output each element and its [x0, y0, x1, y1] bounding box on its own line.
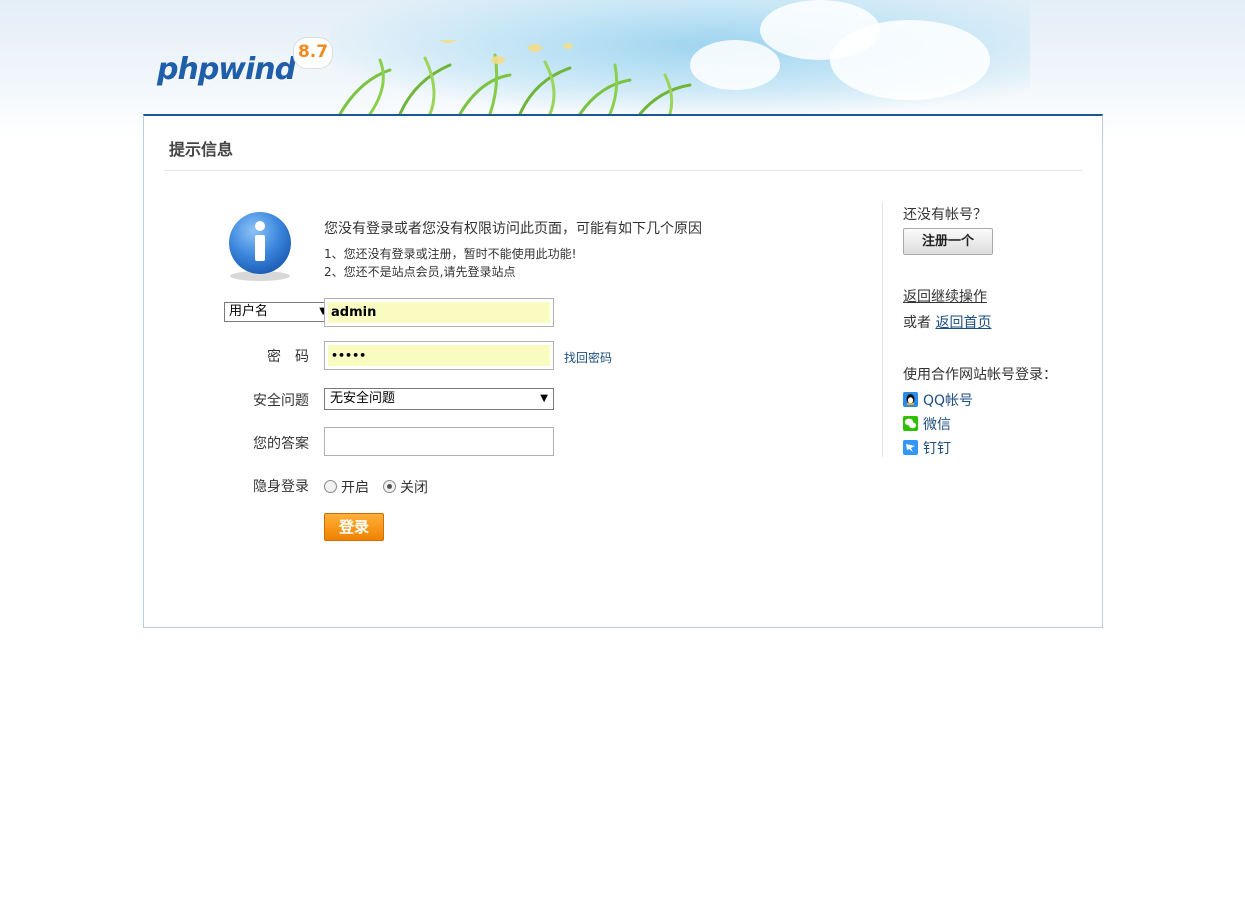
partner-qq-label: QQ帐号 [923, 393, 974, 409]
page-title: 提示信息 [169, 140, 234, 159]
or-text: 或者 [903, 315, 931, 331]
wechat-icon [903, 416, 918, 431]
security-question-label: 安全问题 [253, 393, 309, 409]
message-panel: 提示信息 您没有登录或者您没有权限访问此页面，可能有如下几个原因 1、您还没有登… [143, 114, 1103, 628]
answer-label: 您的答案 [253, 436, 309, 452]
message-main: 您没有登录或者您没有权限访问此页面，可能有如下几个原因 [324, 221, 702, 237]
username-value: admin [328, 302, 550, 323]
logo-version-badge: 8.7 [293, 37, 333, 69]
cloud [830, 20, 990, 100]
hidden-login-on-label: 开启 [341, 480, 369, 496]
security-question-value: 无安全问题 [330, 391, 396, 406]
qq-icon [903, 392, 918, 407]
info-icon [229, 212, 291, 281]
grass-illustration [338, 40, 692, 115]
phpwind-logo: phpwind [157, 52, 296, 87]
hidden-login-on-option[interactable]: 开启 [324, 477, 369, 497]
password-value: ••••• [328, 345, 550, 366]
back-home-link[interactable]: 返回首页 [935, 315, 991, 331]
message-reason-2: 2、您还不是站点会员,请先登录站点 [324, 265, 516, 279]
partner-login-title: 使用合作网站帐号登录： [903, 367, 1057, 383]
partner-dingtalk-label: 钉钉 [923, 441, 951, 457]
password-input[interactable]: ••••• [324, 341, 554, 370]
hidden-login-off-label: 关闭 [400, 480, 428, 496]
username-input[interactable]: admin [324, 298, 554, 327]
username-type-value: 用户名 [229, 304, 269, 319]
partner-dingtalk-link[interactable]: 钉钉 [903, 438, 951, 458]
security-question-select[interactable]: 无安全问题 ▼ [324, 388, 554, 410]
no-account-text: 还没有帐号？ [903, 207, 987, 223]
hidden-login-off-option[interactable]: 关闭 [383, 477, 428, 497]
password-label: 密 码 [267, 349, 309, 365]
radio-off-icon[interactable] [383, 480, 396, 493]
partner-qq-link[interactable]: QQ帐号 [903, 390, 973, 410]
find-password-link[interactable]: 找回密码 [564, 349, 612, 366]
register-button[interactable]: 注册一个 [903, 228, 993, 255]
title-divider [164, 170, 1082, 171]
back-home-line: 或者 返回首页 [903, 312, 991, 332]
dingtalk-icon [903, 440, 918, 455]
back-continue-link[interactable]: 返回继续操作 [903, 286, 987, 306]
partner-wechat-label: 微信 [923, 417, 951, 433]
sidebar-divider [882, 202, 883, 457]
answer-input[interactable] [324, 427, 554, 456]
dropdown-arrow-icon: ▼ [540, 393, 548, 404]
partner-wechat-link[interactable]: 微信 [903, 414, 951, 434]
login-button[interactable]: 登录 [324, 513, 384, 541]
message-reason-1: 1、您还没有登录或注册，暂时不能使用此功能! [324, 247, 577, 261]
username-type-select[interactable]: 用户名 ▼ [224, 302, 333, 322]
hidden-login-label: 隐身登录 [253, 479, 309, 495]
radio-on-icon[interactable] [324, 480, 337, 493]
